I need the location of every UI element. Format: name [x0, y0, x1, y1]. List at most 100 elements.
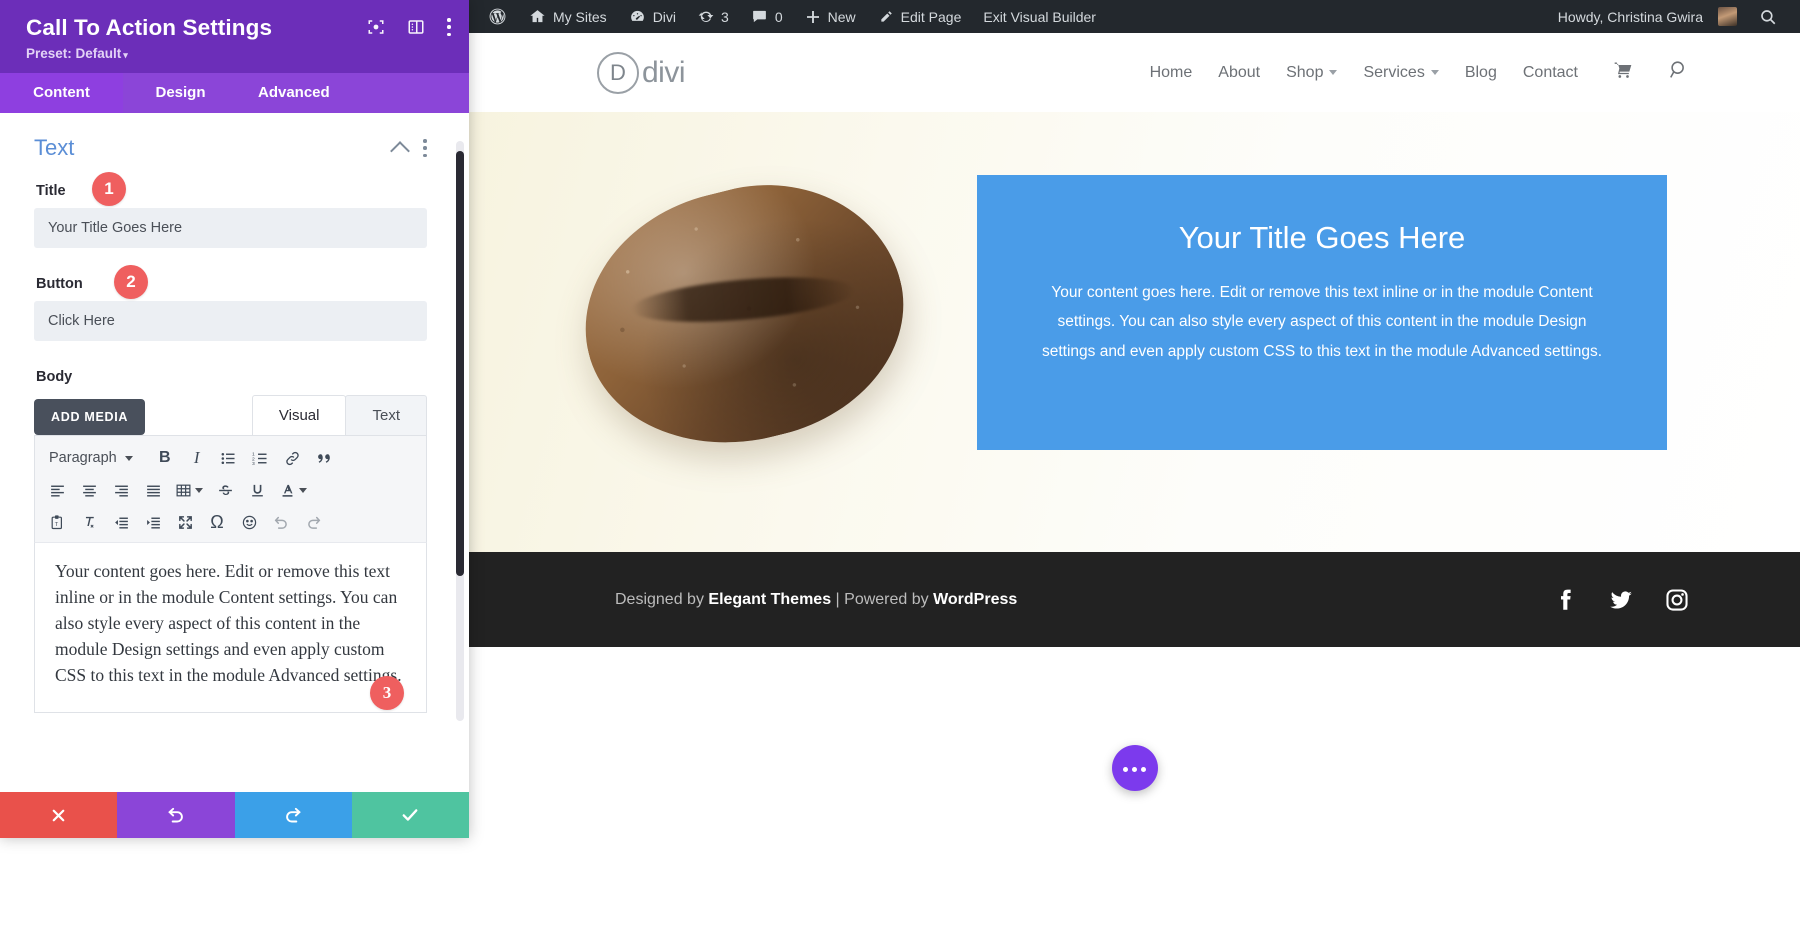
- fullscreen-icon[interactable]: [169, 507, 201, 537]
- bulleted-list-icon[interactable]: [213, 443, 245, 473]
- clear-formatting-icon[interactable]: [73, 507, 105, 537]
- chevron-down-icon: [1430, 70, 1439, 75]
- nav-item-services[interactable]: Services: [1363, 63, 1439, 82]
- undo-icon[interactable]: [265, 507, 297, 537]
- visual-builder-toggle-button[interactable]: [1111, 745, 1158, 791]
- tab-visual[interactable]: Visual: [251, 395, 347, 435]
- admin-bar-new[interactable]: New: [794, 0, 867, 33]
- tab-design[interactable]: Design: [123, 73, 238, 113]
- ellipsis-icon: [1121, 759, 1148, 777]
- avatar: [1718, 7, 1737, 26]
- focus-target-icon[interactable]: [367, 18, 385, 36]
- settings-header-actions: [367, 18, 451, 36]
- cancel-button[interactable]: [0, 792, 118, 838]
- tab-text[interactable]: Text: [345, 395, 427, 435]
- undo-button[interactable]: [117, 792, 235, 838]
- align-justify-icon[interactable]: [137, 475, 169, 505]
- footer-middle: | Powered by: [831, 590, 934, 608]
- underline-icon[interactable]: [241, 475, 273, 505]
- admin-bar-search[interactable]: [1748, 0, 1788, 33]
- table-icon[interactable]: [169, 475, 209, 505]
- step-badge-3: 3: [370, 676, 404, 710]
- title-input[interactable]: [34, 208, 427, 248]
- nav-item-contact[interactable]: Contact: [1523, 64, 1578, 82]
- admin-bar-updates[interactable]: 3: [687, 0, 740, 33]
- search-icon: [1761, 9, 1776, 24]
- admin-bar-my-sites[interactable]: My Sites: [518, 0, 618, 33]
- nav-item-shop-label: Shop: [1286, 63, 1324, 81]
- button-input[interactable]: [34, 301, 427, 341]
- body-rich-text-editor[interactable]: Your content goes here. Edit or remove t…: [34, 543, 427, 713]
- align-left-icon[interactable]: [41, 475, 73, 505]
- nav-item-blog[interactable]: Blog: [1465, 64, 1497, 82]
- footer-credits: Designed by Elegant Themes | Powered by …: [615, 591, 1017, 609]
- chevron-down-icon: [299, 487, 307, 493]
- redo-button[interactable]: [234, 792, 352, 838]
- align-center-icon[interactable]: [73, 475, 105, 505]
- svg-text:3: 3: [252, 460, 255, 466]
- footer-social-links: [1552, 587, 1690, 613]
- tab-content[interactable]: Content: [0, 73, 123, 113]
- admin-bar-wordpress-logo[interactable]: [477, 0, 518, 33]
- search-icon[interactable]: [1668, 59, 1690, 87]
- admin-bar-comments[interactable]: 0: [740, 0, 794, 33]
- wp-editor: ADD MEDIA Visual Text Paragraph B I 1 2 …: [34, 395, 427, 713]
- nav-item-shop[interactable]: Shop: [1286, 63, 1338, 82]
- italic-icon[interactable]: I: [181, 443, 213, 473]
- vertical-dots-icon[interactable]: [423, 139, 427, 157]
- wp-admin-bar: My Sites Divi 3 0 New Edit Page Exit Vis…: [469, 0, 1800, 33]
- add-media-button[interactable]: ADD MEDIA: [34, 399, 146, 435]
- paragraph-format-select[interactable]: Paragraph: [41, 450, 139, 466]
- admin-bar-updates-count: 3: [721, 8, 729, 25]
- save-button[interactable]: [351, 792, 469, 838]
- bold-icon[interactable]: B: [149, 443, 181, 473]
- redo-icon[interactable]: [297, 507, 329, 537]
- cart-icon[interactable]: [1612, 60, 1634, 86]
- editor-mode-tabs: Visual Text: [251, 395, 427, 435]
- link-icon[interactable]: [277, 443, 309, 473]
- bread-texture: [558, 155, 930, 475]
- admin-bar-comments-count: 0: [774, 8, 783, 25]
- special-character-icon[interactable]: Ω: [201, 507, 233, 537]
- align-right-icon[interactable]: [105, 475, 137, 505]
- step-badge-1: 1: [92, 172, 126, 206]
- admin-bar-account[interactable]: Howdy, Christina Gwira: [1547, 0, 1748, 33]
- updates-icon: [698, 11, 714, 22]
- editor-toolbar-row-2: [41, 474, 420, 506]
- admin-bar-edit-page[interactable]: Edit Page: [867, 0, 973, 33]
- nav-item-home[interactable]: Home: [1150, 64, 1193, 82]
- footer-brand[interactable]: Elegant Themes: [708, 591, 831, 608]
- tab-advanced[interactable]: Advanced: [238, 73, 356, 113]
- nav-item-about[interactable]: About: [1218, 64, 1260, 82]
- instagram-icon[interactable]: [1664, 587, 1690, 613]
- admin-bar-divi-label: Divi: [652, 8, 677, 25]
- chevron-down-icon: [124, 455, 133, 461]
- admin-bar-my-sites-label: My Sites: [553, 8, 607, 25]
- admin-bar-divi[interactable]: Divi: [618, 0, 687, 33]
- nav-item-home-label: Home: [1149, 63, 1193, 81]
- numbered-list-icon[interactable]: 123: [245, 443, 277, 473]
- twitter-icon[interactable]: [1608, 587, 1634, 613]
- call-to-action-module[interactable]: Your Title Goes Here Your content goes h…: [977, 175, 1667, 450]
- emoji-icon[interactable]: [233, 507, 265, 537]
- footer-platform[interactable]: WordPress: [933, 591, 1017, 608]
- chevron-up-icon[interactable]: [390, 140, 410, 161]
- outdent-icon[interactable]: [105, 507, 137, 537]
- site-nav: Home About Shop Services Blog Contact: [1150, 59, 1690, 87]
- nav-item-services-label: Services: [1363, 63, 1425, 81]
- text-color-icon[interactable]: [273, 475, 313, 505]
- strikethrough-icon[interactable]: [209, 475, 241, 505]
- paste-as-text-icon[interactable]: T: [41, 507, 73, 537]
- blockquote-icon[interactable]: [309, 443, 341, 473]
- layout-panel-icon[interactable]: [407, 18, 425, 36]
- preset-selector[interactable]: Preset: Default ▾: [26, 46, 449, 61]
- facebook-icon[interactable]: [1552, 587, 1578, 613]
- vertical-dots-icon[interactable]: [447, 18, 451, 36]
- settings-panel-body: Text Title 1 Button 2: [0, 113, 469, 792]
- site-logo[interactable]: D divi: [597, 51, 686, 94]
- hero-section: Your Title Goes Here Your content goes h…: [469, 112, 1800, 552]
- indent-icon[interactable]: [137, 507, 169, 537]
- admin-bar-exit-visual-builder[interactable]: Exit Visual Builder: [972, 0, 1107, 33]
- plus-icon: [806, 10, 819, 23]
- module-settings-panel: Call To Action Settings Preset: Default ▾: [0, 0, 469, 838]
